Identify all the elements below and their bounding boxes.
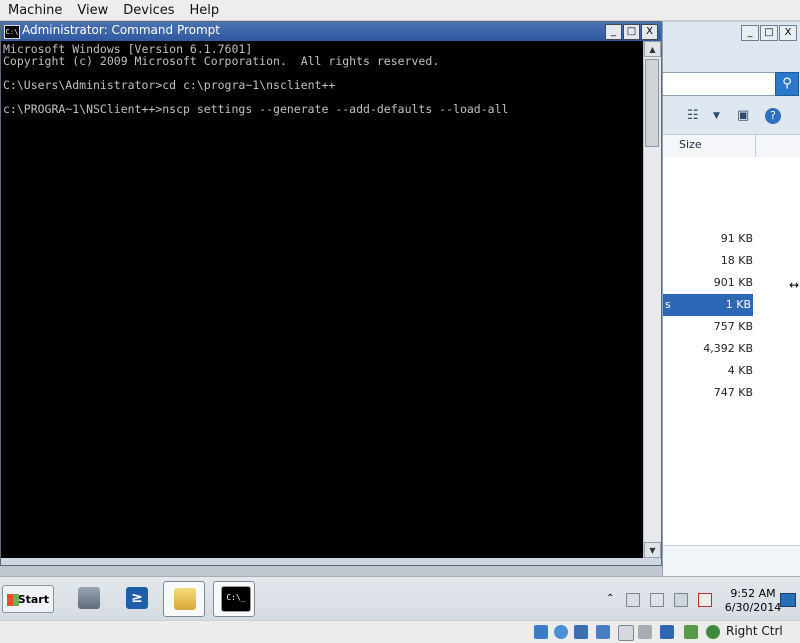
explorer-window[interactable]: _ □ X ⚲ ☷ ▼ ▣ ? Size 91 KB 18 KB 901 KB … xyxy=(662,22,800,577)
show-hidden-icons-icon[interactable]: ⌃ xyxy=(606,593,618,605)
explorer-details-pane xyxy=(663,545,800,577)
view-options-icon[interactable]: ☷ xyxy=(687,108,699,123)
file-row-size: 1 KB xyxy=(725,298,751,311)
shared-folders-icon[interactable] xyxy=(596,625,610,639)
taskbar-clock[interactable]: 9:52 AM 6/30/2014 xyxy=(718,587,788,615)
network-icon[interactable] xyxy=(674,593,688,607)
chevron-down-icon[interactable]: ▼ xyxy=(713,111,720,121)
taskbar-powershell[interactable]: ≥ xyxy=(116,581,158,617)
taskbar: Start ≥ C:\_ ⌃ 9:52 AM 6/30/2014 xyxy=(0,576,800,621)
video-capture-icon[interactable] xyxy=(638,625,652,639)
host-menu-bar: Machine View Devices Help xyxy=(0,0,800,21)
explorer-maximize-button[interactable]: □ xyxy=(760,25,778,41)
search-icon[interactable]: ⚲ xyxy=(775,72,799,96)
cmd-window-controls: _ □ X xyxy=(605,24,658,40)
console-line: Copyright (c) 2009 Microsoft Corporation… xyxy=(3,54,440,68)
explorer-minimize-button[interactable]: _ xyxy=(741,25,759,41)
usb-icon[interactable] xyxy=(574,625,588,639)
show-desktop-icon[interactable] xyxy=(780,593,796,607)
taskbar-explorer[interactable] xyxy=(163,581,205,617)
host-menu-devices[interactable]: Devices xyxy=(115,3,181,18)
scroll-down-arrow-icon[interactable]: ▼ xyxy=(644,542,661,558)
taskbar-command-prompt[interactable]: C:\_ xyxy=(213,581,255,617)
host-key-label: Right Ctrl xyxy=(726,624,783,638)
file-row-size[interactable]: 757 KB xyxy=(663,316,753,338)
optical-drive-icon[interactable] xyxy=(554,625,568,639)
start-button[interactable]: Start xyxy=(2,585,54,613)
host-menu-view[interactable]: View xyxy=(69,3,115,18)
cmd-vertical-scrollbar[interactable]: ▲ ▼ xyxy=(643,41,661,558)
virtualization-icon[interactable] xyxy=(660,625,674,639)
cmd-title-bar[interactable]: C:\ Administrator: Command Prompt _ □ X xyxy=(1,22,661,41)
file-row-size[interactable]: 4 KB xyxy=(663,360,753,382)
powershell-icon: ≥ xyxy=(126,587,148,609)
scrollbar-thumb[interactable] xyxy=(645,59,659,147)
console-output[interactable]: Microsoft Windows [Version 6.1.7601] Cop… xyxy=(1,41,643,558)
clock-time: 9:52 AM xyxy=(730,587,776,600)
explorer-search-input[interactable] xyxy=(663,72,776,96)
scroll-up-arrow-icon[interactable]: ▲ xyxy=(644,41,661,57)
display-icon[interactable] xyxy=(618,625,634,641)
cmd-close-button[interactable]: X xyxy=(641,24,658,40)
file-row-size[interactable]: 901 KB xyxy=(663,272,753,294)
console-line: c:\PROGRA~1\NSClient++>nscp settings --g… xyxy=(3,102,509,116)
clock-date: 6/30/2014 xyxy=(724,601,782,614)
taskbar-server-manager[interactable] xyxy=(68,581,110,617)
explorer-toolbar: ☷ ▼ ▣ ? xyxy=(663,106,800,130)
file-row-name-fragment: s xyxy=(665,298,671,311)
host-menu-help[interactable]: Help xyxy=(182,3,227,18)
cmd-minimize-button[interactable]: _ xyxy=(605,24,622,40)
cmd-maximize-button[interactable]: □ xyxy=(623,24,640,40)
host-menu-machine[interactable]: Machine xyxy=(0,3,69,18)
explorer-file-list: 91 KB 18 KB 901 KB s 1 KB 757 KB 4,392 K… xyxy=(663,157,800,545)
file-row-size[interactable]: 4,392 KB xyxy=(663,338,753,360)
command-prompt-icon: C:\_ xyxy=(221,586,251,612)
cmd-window-icon[interactable]: C:\ xyxy=(4,25,20,39)
action-center-flag-icon[interactable] xyxy=(626,593,640,607)
file-row-size[interactable]: 18 KB xyxy=(663,250,753,272)
preview-pane-icon[interactable]: ▣ xyxy=(737,108,749,123)
help-icon[interactable]: ? xyxy=(765,108,781,124)
file-row-size[interactable]: 747 KB xyxy=(663,382,753,404)
explorer-column-header: Size xyxy=(663,134,800,158)
host-key-arrow-icon[interactable] xyxy=(706,625,720,639)
hard-disk-icon[interactable] xyxy=(534,625,548,639)
start-label: Start xyxy=(17,593,49,606)
column-divider[interactable] xyxy=(755,135,756,157)
file-row-size[interactable]: 91 KB xyxy=(663,228,753,250)
mouse-integration-icon[interactable] xyxy=(684,625,698,639)
explorer-close-button[interactable]: X xyxy=(779,25,797,41)
console-line: C:\Users\Administrator>cd c:\progra~1\ns… xyxy=(3,78,336,92)
vm-status-bar: Right Ctrl xyxy=(0,620,800,643)
device-icon[interactable] xyxy=(650,593,664,607)
command-prompt-window[interactable]: C:\ Administrator: Command Prompt _ □ X … xyxy=(0,21,662,566)
explorer-window-controls: _ □ X xyxy=(741,25,797,41)
resize-cursor-icon: ↔ xyxy=(789,278,800,292)
folder-icon xyxy=(174,588,196,610)
column-header-size[interactable]: Size xyxy=(679,138,702,151)
speaker-muted-icon[interactable] xyxy=(698,593,712,607)
file-row-selected[interactable]: s 1 KB xyxy=(663,294,753,316)
server-manager-icon xyxy=(78,587,100,609)
windows-logo-icon xyxy=(7,594,19,606)
cmd-window-title: Administrator: Command Prompt xyxy=(22,23,220,37)
